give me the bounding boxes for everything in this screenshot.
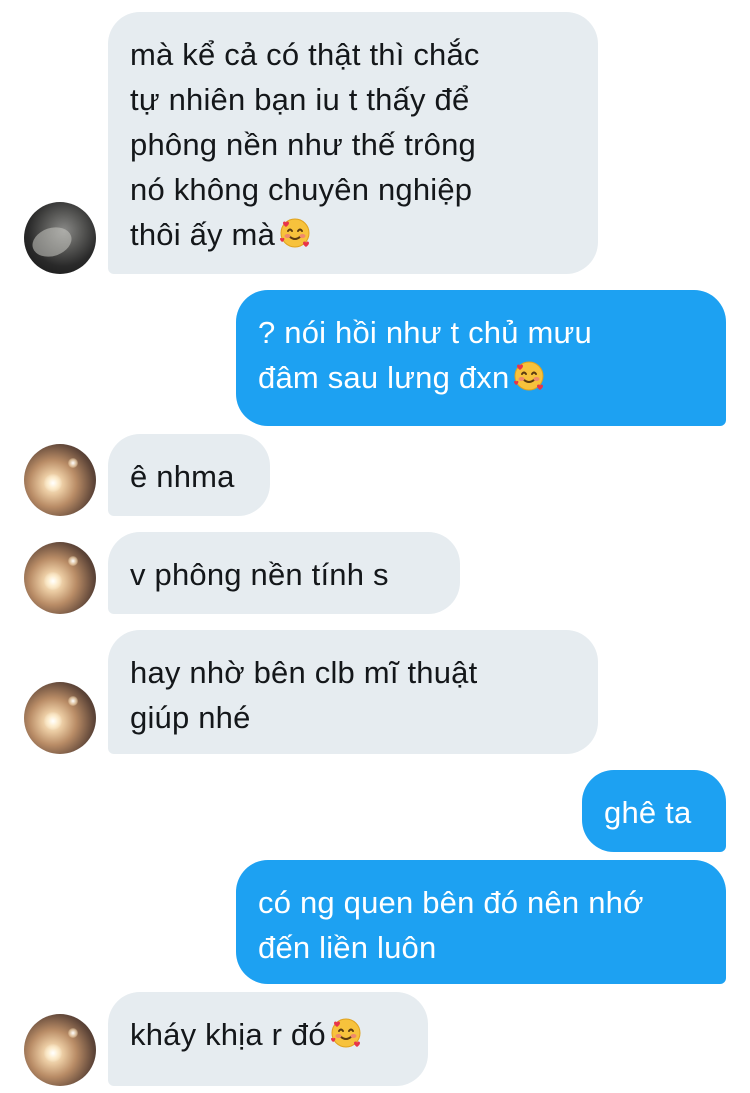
message-bubble-incoming[interactable]: mà kể cả có thật thì chắc tự nhiên bạn i… — [108, 12, 598, 274]
message-text: có ng quen bên đó nên nhớ đến liền luôn — [258, 885, 644, 965]
contact-avatar[interactable] — [24, 682, 96, 754]
message-bubble-incoming[interactable]: hay nhờ bên clb mĩ thuật giúp nhé — [108, 630, 598, 754]
contact-avatar[interactable] — [24, 202, 96, 274]
message-bubble-incoming[interactable]: v phông nền tính s — [108, 532, 460, 614]
message-text: hay nhờ bên clb mĩ thuật giúp nhé — [130, 655, 478, 735]
smiling-face-with-hearts-icon — [514, 361, 544, 391]
contact-avatar[interactable] — [24, 542, 96, 614]
contact-avatar[interactable] — [24, 444, 96, 516]
smiling-face-with-hearts-icon — [280, 218, 310, 248]
message-text: kháy khịa r đó — [130, 1017, 326, 1052]
message-bubble-outgoing[interactable]: ghê ta — [582, 770, 726, 852]
smiling-face-with-hearts-icon — [330, 1018, 361, 1048]
message-text: ghê ta — [604, 795, 692, 830]
message-bubble-outgoing[interactable]: có ng quen bên đó nên nhớ đến liền luôn — [236, 860, 726, 984]
message-text: v phông nền tính s — [130, 557, 389, 592]
message-bubble-incoming[interactable]: kháy khịa r đó — [108, 992, 428, 1086]
message-bubble-outgoing[interactable]: ? nói hồi như t chủ mưu đâm sau lưng đxn — [236, 290, 726, 426]
contact-avatar[interactable] — [24, 1014, 96, 1086]
message-bubble-incoming[interactable]: ê nhma — [108, 434, 270, 516]
message-text: ê nhma — [130, 459, 235, 494]
